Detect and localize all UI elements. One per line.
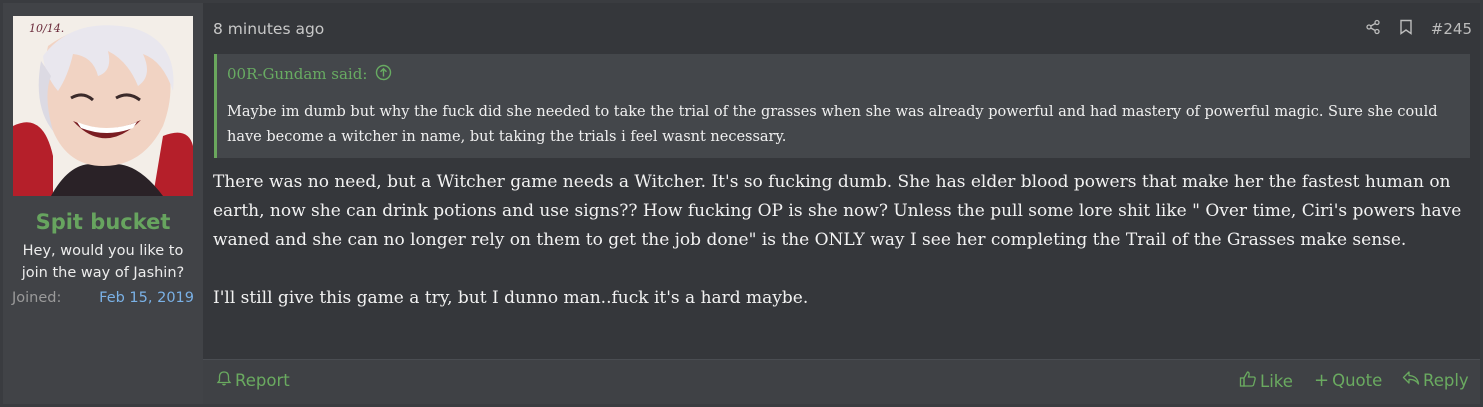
joined-label: Joined: xyxy=(12,290,62,306)
avatar[interactable]: 10/14. xyxy=(13,16,193,196)
post-main: 8 minutes ago #245 00R-Gundam said: Mayb… xyxy=(203,3,1480,404)
plus-icon: + xyxy=(1314,370,1330,391)
forum-post: 10/14. Spit bucket Hey, would you like t… xyxy=(3,3,1480,404)
quote-author: 00R-Gundam said: xyxy=(227,65,368,83)
username[interactable]: Spit bucket xyxy=(36,210,171,234)
quote-author-link[interactable]: 00R-Gundam said: xyxy=(227,62,392,86)
quote-text: Maybe im dumb but why the fuck did she n… xyxy=(227,104,1438,145)
message-body: There was no need, but a Witcher game ne… xyxy=(213,168,1463,342)
header-actions: #245 xyxy=(1365,19,1472,39)
user-sidebar: 10/14. Spit bucket Hey, would you like t… xyxy=(3,3,203,404)
post-time[interactable]: 8 minutes ago xyxy=(213,20,324,38)
user-title: Hey, would you like to join the way of J… xyxy=(21,243,185,281)
share-icon[interactable] xyxy=(1365,19,1381,39)
report-button[interactable]: Report xyxy=(216,370,290,390)
message-paragraph: There was no need, but a Witcher game ne… xyxy=(213,172,1462,250)
arrow-up-circle-icon[interactable] xyxy=(375,64,392,85)
post-number[interactable]: #245 xyxy=(1431,20,1472,38)
joined-row: Joined: Feb 15, 2019 xyxy=(12,290,194,306)
reply-icon xyxy=(1402,370,1420,390)
post-footer: Report Like + Quote Reply xyxy=(203,360,1480,404)
bell-icon xyxy=(216,370,232,390)
thumbs-up-icon xyxy=(1239,370,1257,392)
reply-button[interactable]: Reply xyxy=(1402,370,1469,390)
message-paragraph: I'll still give this game a try, but I d… xyxy=(213,288,809,308)
quote-label: Quote xyxy=(1332,371,1383,390)
like-label: Like xyxy=(1260,371,1293,391)
joined-date: Feb 15, 2019 xyxy=(99,290,194,306)
report-label: Report xyxy=(235,370,290,390)
post-header: 8 minutes ago #245 xyxy=(213,13,1472,45)
avatar-signature: 10/14. xyxy=(29,22,65,35)
avatar-illustration xyxy=(13,16,193,196)
reply-label: Reply xyxy=(1423,370,1469,390)
quote-block: 00R-Gundam said: Maybe im dumb but why t… xyxy=(214,54,1470,158)
like-button[interactable]: Like xyxy=(1239,370,1293,392)
bookmark-icon[interactable] xyxy=(1399,19,1413,39)
quote-button[interactable]: + Quote xyxy=(1314,370,1382,391)
